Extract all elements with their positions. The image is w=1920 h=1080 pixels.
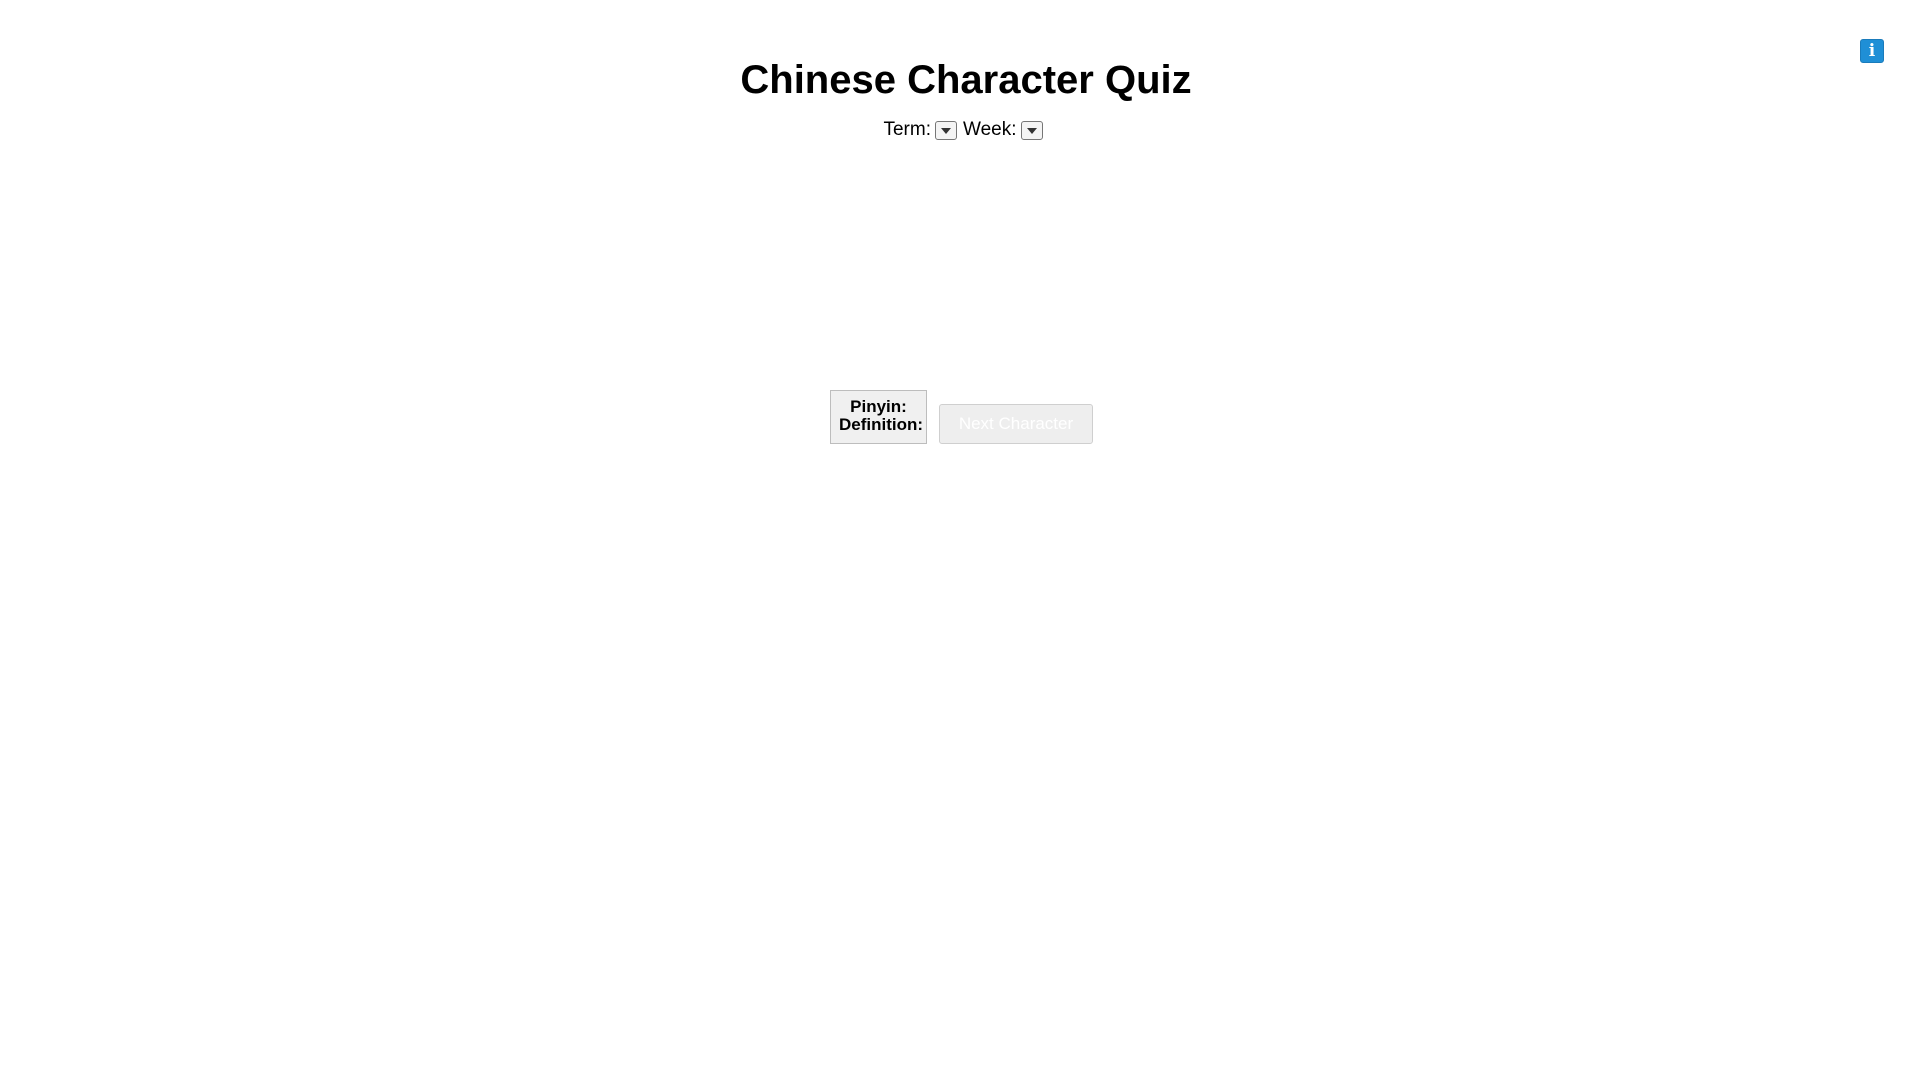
quiz-page: i Chinese Character Quiz Term: Week: Pin…	[0, 0, 1920, 1080]
character-info-panel: Pinyin: Definition:	[830, 390, 927, 444]
term-select[interactable]	[934, 120, 957, 140]
week-label: Week:	[962, 119, 1017, 140]
next-character-button[interactable]: Next Character	[939, 404, 1093, 444]
term-label: Term:	[883, 119, 931, 140]
pinyin-label: Pinyin:	[850, 397, 907, 416]
week-select[interactable]	[1020, 120, 1043, 140]
answer-area: Pinyin: Definition: Next Character	[830, 390, 1093, 444]
page-title: Chinese Character Quiz	[740, 58, 1192, 102]
chevron-down-icon	[1026, 128, 1037, 134]
term-week-selectors: Term: Week:	[0, 118, 1920, 142]
definition-label: Definition:	[839, 415, 924, 434]
chevron-down-icon	[940, 128, 951, 134]
